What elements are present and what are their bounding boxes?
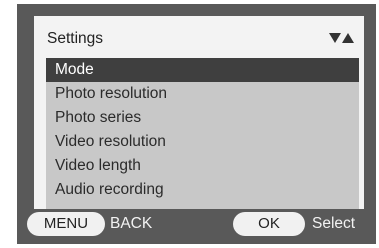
menu-item-video-length[interactable]: Video length [46, 154, 359, 178]
button-hint-bar: MENU BACK OK Select [17, 209, 376, 241]
back-label: BACK [110, 215, 153, 232]
scroll-up-down-icon [329, 33, 354, 43]
settings-header: Settings [34, 16, 364, 58]
page-title: Settings [47, 30, 104, 47]
select-label: Select [312, 215, 356, 232]
settings-menu-list: Mode Photo resolution Photo series Video… [46, 58, 359, 209]
menu-item-audio-recording[interactable]: Audio recording [46, 178, 359, 202]
chevron-down-icon [329, 33, 341, 43]
menu-item-photo-resolution[interactable]: Photo resolution [46, 82, 359, 106]
device-screen: Settings Mode Photo resolution Photo ser… [17, 4, 376, 244]
ok-button[interactable]: OK [233, 212, 305, 236]
menu-item-mode[interactable]: Mode [46, 58, 359, 82]
menu-item-video-resolution[interactable]: Video resolution [46, 130, 359, 154]
menu-button[interactable]: MENU [27, 212, 105, 236]
settings-panel: Settings Mode Photo resolution Photo ser… [34, 16, 364, 209]
menu-item-photo-series[interactable]: Photo series [46, 106, 359, 130]
chevron-up-icon [342, 33, 354, 43]
